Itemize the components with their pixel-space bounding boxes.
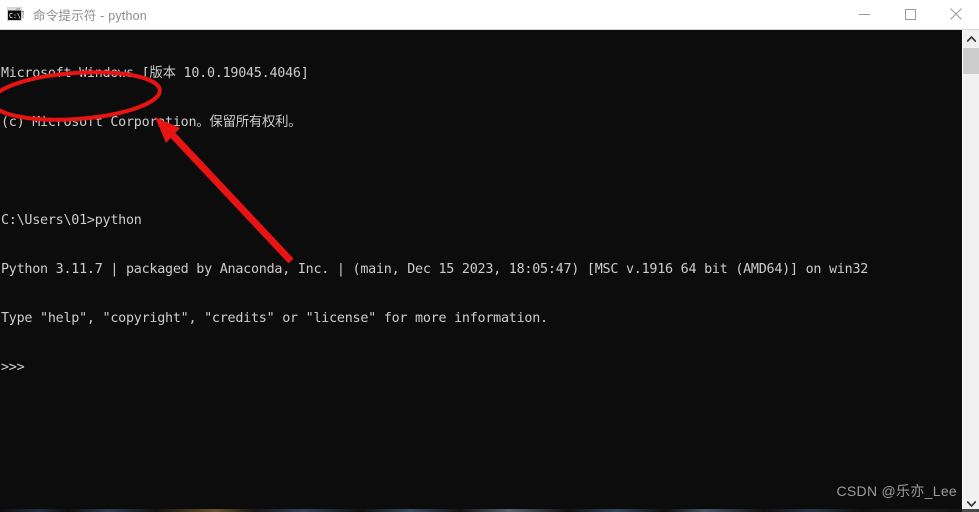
terminal-line: (c) Microsoft Corporation。保留所有权利。	[1, 114, 302, 130]
terminal-text: Microsoft Windows [版本 10.0.19045.4046] (…	[1, 33, 951, 409]
window-titlebar[interactable]: C:\_ 命令提示符 - python	[0, 0, 979, 30]
terminal-line-prompt: >>>	[1, 359, 25, 375]
scrollbar-thumb[interactable]	[963, 48, 979, 74]
scrollbar-track[interactable]	[963, 47, 979, 495]
csdn-watermark: CSDN @乐亦_Lee	[836, 483, 957, 499]
terminal-line: Python 3.11.7 | packaged by Anaconda, In…	[1, 261, 869, 277]
maximize-icon	[904, 8, 916, 20]
terminal-line: Microsoft Windows [版本 10.0.19045.4046]	[1, 65, 309, 81]
window-controls	[841, 0, 979, 30]
scroll-up-button[interactable]	[963, 30, 979, 47]
maximize-button[interactable]	[887, 0, 933, 29]
minimize-button[interactable]	[841, 0, 887, 29]
window-title: 命令提示符 - python	[33, 9, 147, 23]
cmd-console-icon: C:\_	[7, 6, 25, 23]
vertical-scrollbar[interactable]	[962, 30, 979, 512]
cmd-window: C:\_ 命令提示符 - python Microsoft Windows [版…	[0, 0, 979, 512]
minimize-icon	[858, 13, 870, 15]
close-icon	[950, 8, 962, 20]
terminal-output-area[interactable]: Microsoft Windows [版本 10.0.19045.4046] (…	[0, 30, 979, 512]
chevron-down-icon	[966, 500, 976, 507]
chevron-up-icon	[966, 35, 976, 42]
close-button[interactable]	[933, 0, 979, 29]
terminal-line-command: C:\Users\01>python	[1, 212, 142, 228]
terminal-line: Type "help", "copyright", "credits" or "…	[1, 310, 548, 326]
